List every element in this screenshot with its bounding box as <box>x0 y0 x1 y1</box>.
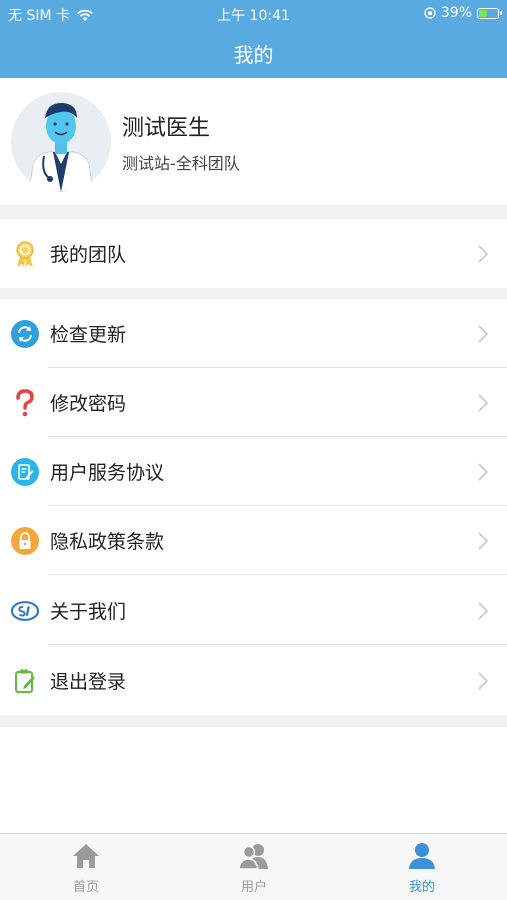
menu-item-change-password[interactable]: 修改密码 <box>0 368 507 437</box>
status-bar: 无 SIM 卡 上午 10:41 39% <box>0 0 507 28</box>
tab-label: 我的 <box>408 880 435 895</box>
tab-home[interactable]: 首页 <box>46 842 126 895</box>
menu-item-label: 隐私政策条款 <box>50 531 165 553</box>
menu-item-check-update[interactable]: 检查更新 <box>0 299 507 368</box>
orientation-lock-icon <box>424 7 436 19</box>
award-ribbon-icon <box>11 240 39 268</box>
section-gap <box>0 288 507 299</box>
menu-item-label: 关于我们 <box>50 601 127 623</box>
document-edit-icon <box>11 457 39 486</box>
about-logo-icon <box>11 597 39 625</box>
menu-item-logout[interactable]: 退出登录 <box>0 646 507 715</box>
avatar[interactable] <box>11 92 111 192</box>
tab-bar: 首页 用户 我的 <box>0 833 507 900</box>
battery-percent: 39% <box>440 5 472 21</box>
tab-mine[interactable]: 我的 <box>382 842 462 895</box>
lock-icon <box>11 526 39 555</box>
chevron-right-icon <box>478 244 489 263</box>
refresh-icon <box>11 319 39 348</box>
menu-item-privacy-policy[interactable]: 隐私政策条款 <box>0 506 507 575</box>
menu-item-label: 修改密码 <box>50 393 127 415</box>
profile-header[interactable]: 测试医生 测试站-全科团队 <box>0 78 507 205</box>
section-gap <box>0 715 507 727</box>
logout-clipboard-icon <box>11 667 39 695</box>
divider <box>48 644 507 645</box>
chevron-right-icon <box>478 671 489 690</box>
menu-item-user-agreement[interactable]: 用户服务协议 <box>0 437 507 506</box>
menu-item-label: 用户服务协议 <box>50 462 165 484</box>
menu-item-label: 我的团队 <box>50 244 127 266</box>
home-icon <box>73 844 99 868</box>
menu-item-about-us[interactable]: 关于我们 <box>0 576 507 645</box>
menu-item-label: 退出登录 <box>50 671 127 693</box>
tab-label: 用户 <box>240 880 267 895</box>
chevron-right-icon <box>478 393 489 412</box>
tab-users[interactable]: 用户 <box>214 842 294 895</box>
divider <box>48 574 507 575</box>
users-icon <box>238 844 268 870</box>
chevron-right-icon <box>478 324 489 343</box>
person-icon <box>409 843 435 869</box>
doctor-avatar-icon <box>11 92 111 192</box>
chevron-right-icon <box>478 601 489 620</box>
chevron-right-icon <box>478 462 489 481</box>
tab-label: 首页 <box>72 880 99 895</box>
menu-item-my-team[interactable]: 我的团队 <box>0 219 507 288</box>
section-gap <box>0 205 507 219</box>
chevron-right-icon <box>478 531 489 550</box>
nav-bar: 我的 <box>0 28 507 78</box>
doctor-team: 测试站-全科团队 <box>122 154 240 173</box>
question-mark-icon <box>11 388 39 417</box>
page-title: 我的 <box>233 42 274 67</box>
doctor-name: 测试医生 <box>122 116 211 141</box>
battery-icon <box>477 7 502 19</box>
menu-item-label: 检查更新 <box>50 324 127 346</box>
